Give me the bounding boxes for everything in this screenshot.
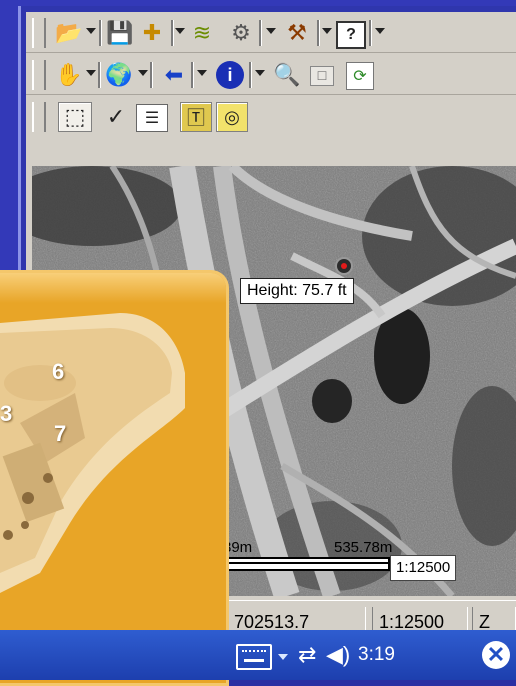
refresh-icon[interactable]: ⟳ (346, 62, 374, 90)
height-label: Height: 75.7 ft (240, 278, 354, 304)
pan-icon[interactable]: ✋ (54, 60, 84, 90)
open-icon[interactable]: 📂 (54, 18, 84, 48)
toolbar-grip[interactable] (32, 102, 46, 132)
chevron-down-icon[interactable] (278, 654, 288, 660)
toolbar-separator (259, 20, 262, 46)
taskbar: ⇄ ◀) 3:19 ✕ (0, 630, 516, 680)
volume-icon[interactable]: ◀) (326, 642, 350, 668)
info-icon[interactable]: i (216, 61, 244, 89)
list-icon[interactable]: ☰ (136, 104, 168, 132)
toolbar-row-1: 📂 💾 ✚ ≋ ⚙ ⚒ ? (26, 12, 516, 53)
back-icon[interactable]: ⬅ (159, 60, 189, 90)
chevron-down-icon[interactable] (375, 28, 385, 34)
layers-icon[interactable]: ≋ (187, 18, 217, 48)
scale-right-label: 535.78m (334, 539, 393, 556)
promo-panel: 6 7 3 (0, 270, 229, 686)
scale-ratio: 1:12500 (390, 555, 457, 581)
toolbar-separator (249, 62, 252, 88)
globe-icon[interactable]: 🌍 (105, 60, 133, 90)
toolbar-separator (369, 20, 372, 46)
toolbar-separator (150, 62, 153, 88)
select-icon[interactable]: ⬚ (58, 102, 92, 132)
toolbar-grip[interactable] (32, 60, 46, 90)
device-label-6: 6 (52, 359, 65, 384)
toolbar-row-2: ✋ 🌍 ⬅ i 🔍 ☐ ⟳ (26, 54, 516, 95)
chevron-down-icon[interactable] (175, 28, 185, 34)
chevron-down-icon[interactable] (86, 28, 96, 34)
save-icon[interactable]: 💾 (106, 18, 134, 48)
toolbar-separator (171, 20, 174, 46)
device-label-3: 3 (0, 401, 13, 426)
chevron-down-icon[interactable] (322, 28, 332, 34)
chevron-down-icon[interactable] (266, 28, 276, 34)
tools-icon[interactable]: ⚒ (282, 18, 312, 48)
toolbar-separator (191, 62, 194, 88)
keyboard-icon[interactable] (236, 644, 272, 670)
device-label-7: 7 (54, 421, 67, 446)
chevron-down-icon[interactable] (86, 70, 96, 76)
close-icon[interactable]: ✕ (482, 641, 510, 669)
chevron-down-icon[interactable] (255, 70, 265, 76)
toolbar-grip[interactable] (32, 18, 46, 48)
options-icon[interactable]: ⚙ (226, 18, 256, 48)
box-icon[interactable]: ☐ (310, 66, 334, 86)
gps-icon[interactable]: ◎ (216, 102, 248, 132)
attribute-icon[interactable]: 🅃 (180, 102, 212, 132)
device-image (0, 313, 185, 593)
network-icon[interactable]: ⇄ (298, 642, 316, 668)
add-data-icon[interactable]: ✚ (138, 18, 166, 48)
find-icon[interactable]: 🔍 (272, 60, 302, 90)
clock[interactable]: 3:19 (358, 644, 395, 666)
help-icon[interactable]: ? (336, 21, 366, 49)
toolbar-separator (317, 20, 320, 46)
toolbar-separator (98, 62, 101, 88)
location-marker[interactable] (337, 259, 351, 273)
chevron-down-icon[interactable] (197, 70, 207, 76)
chevron-down-icon[interactable] (138, 70, 148, 76)
toolbar-separator (99, 20, 102, 46)
toolbar-row-3: ⬚ ✓ ☰ 🅃 ◎ (26, 96, 516, 136)
scale-bar (220, 557, 390, 571)
check-icon[interactable]: ✓ (106, 102, 126, 132)
